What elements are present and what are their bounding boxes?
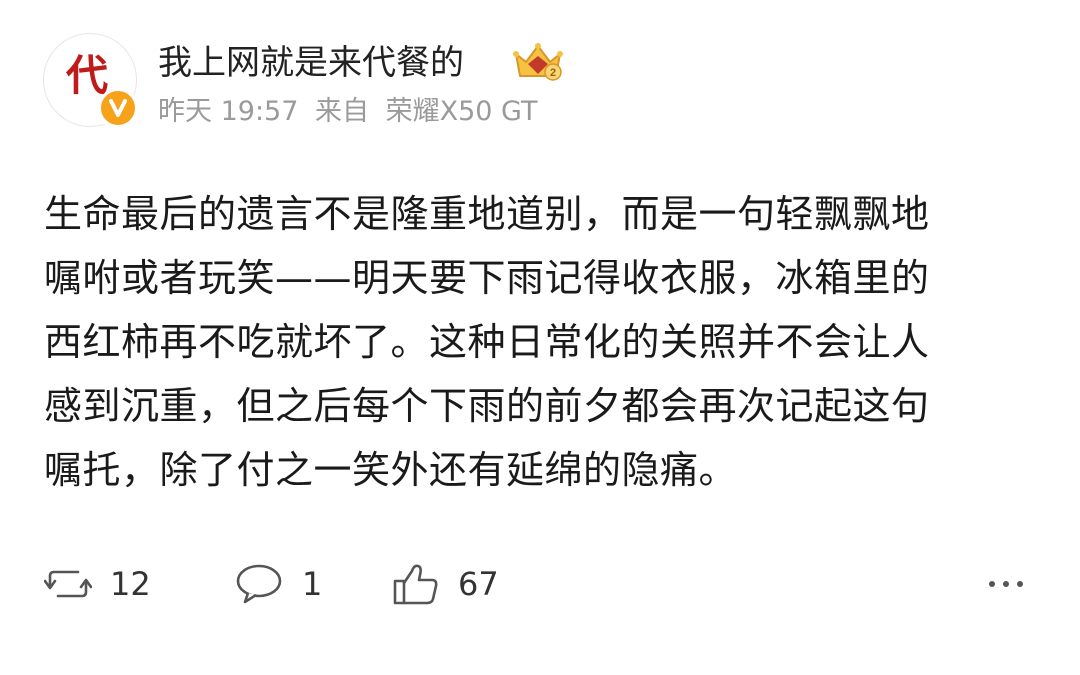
post-time: 昨天 19:57 bbox=[158, 96, 299, 127]
comment-icon bbox=[234, 562, 284, 606]
thumbs-up-icon bbox=[392, 561, 440, 607]
gold-crown-badge-icon[interactable]: 2 bbox=[512, 42, 564, 82]
post-line: 感到沉重，但之后每个下雨的前夕都会再次记起这句 bbox=[44, 384, 930, 428]
repost-count: 12 bbox=[110, 565, 151, 603]
author-name[interactable]: 我上网就是来代餐的 bbox=[158, 40, 464, 86]
weibo-post: 代 我上网就是来代餐的 2 昨天 19:57 来自 荣耀X50 GT 生命最后的… bbox=[0, 0, 1080, 675]
post-line: 嘱咐或者玩笑——明天要下雨记得收衣服，冰箱里的 bbox=[44, 256, 930, 300]
verified-badge-icon bbox=[98, 88, 138, 128]
like-count: 67 bbox=[458, 565, 499, 603]
repost-button[interactable]: 12 bbox=[44, 556, 151, 612]
comment-button[interactable]: 1 bbox=[234, 556, 322, 612]
comment-count: 1 bbox=[302, 565, 323, 603]
repost-icon bbox=[44, 564, 92, 604]
post-line: 嘱托，除了付之一笑外还有延绵的隐痛。 bbox=[44, 448, 738, 492]
post-device[interactable]: 荣耀X50 GT bbox=[386, 96, 538, 127]
more-button[interactable] bbox=[986, 556, 1026, 612]
post-meta: 昨天 19:57 来自 荣耀X50 GT bbox=[158, 92, 537, 132]
like-button[interactable]: 67 bbox=[392, 556, 499, 612]
action-bar: 12 1 67 bbox=[0, 556, 1080, 612]
rank-badge-number: 2 bbox=[550, 67, 556, 79]
post-line: 西红柿再不吃就坏了。这种日常化的关照并不会让人 bbox=[44, 320, 930, 364]
post-content[interactable]: 生命最后的遗言不是隆重地道别，而是一句轻飘飘地 嘱咐或者玩笑——明天要下雨记得收… bbox=[44, 182, 1044, 502]
more-dots-icon bbox=[986, 574, 1026, 594]
source-prefix: 来自 bbox=[315, 96, 369, 127]
post-line: 生命最后的遗言不是隆重地道别，而是一句轻飘飘地 bbox=[44, 192, 930, 236]
